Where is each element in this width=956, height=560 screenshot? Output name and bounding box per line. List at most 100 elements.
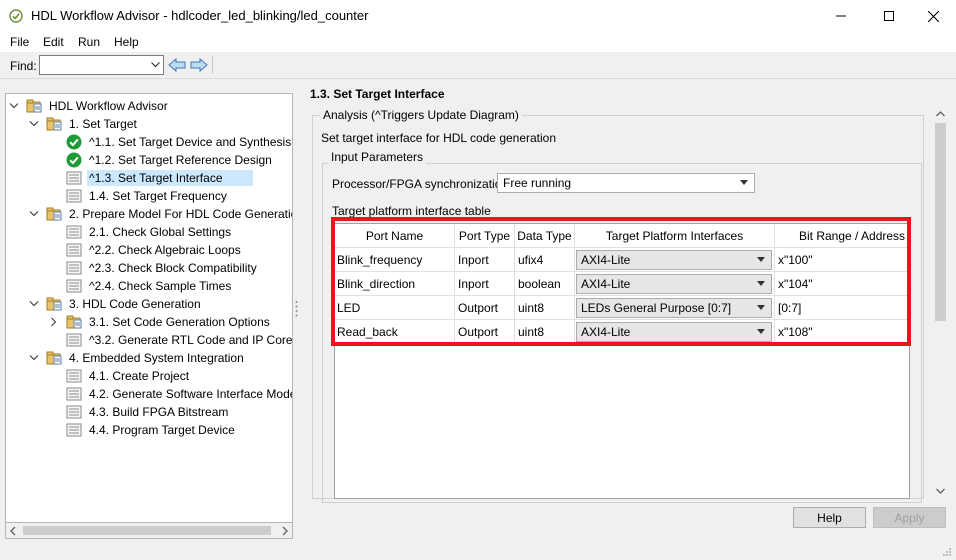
task-list-icon — [66, 279, 82, 293]
port-name: LED — [335, 296, 455, 320]
tree-label: ^1.2. Set Target Reference Design — [89, 153, 272, 167]
title-bar: HDL Workflow Advisor - hdlcoder_led_blin… — [0, 0, 956, 32]
chevron-down-icon[interactable] — [28, 208, 40, 220]
tree-node-2-3[interactable]: ^2.3. Check Block Compatibility — [66, 259, 259, 277]
tree-node-4-2[interactable]: 4.2. Generate Software Interface Model — [66, 385, 292, 403]
bit-range[interactable]: x"100" — [775, 248, 909, 272]
workflow-tree[interactable]: HDL Workflow Advisor 1. Set Target ^1.1.… — [5, 93, 293, 538]
analysis-legend: Analysis (^Triggers Update Diagram) — [320, 108, 522, 122]
scroll-down-icon[interactable] — [936, 488, 945, 494]
chevron-down-icon[interactable] — [28, 352, 40, 364]
tree-horizontal-scrollbar[interactable] — [5, 522, 293, 539]
chevron-right-icon[interactable] — [48, 316, 60, 328]
menu-file[interactable]: File — [10, 35, 29, 49]
tree-node-4-3[interactable]: 4.3. Build FPGA Bitstream — [66, 403, 230, 421]
tree-node-1-2[interactable]: ^1.2. Set Target Reference Design — [66, 151, 274, 169]
find-combobox[interactable] — [39, 55, 164, 75]
tree-node-3-2[interactable]: ^3.2. Generate RTL Code and IP Core — [66, 331, 293, 349]
sync-dropdown[interactable]: Free running — [497, 173, 755, 193]
forward-arrow-icon[interactable] — [190, 57, 208, 73]
tree-label: ^3.2. Generate RTL Code and IP Core — [89, 333, 293, 347]
tree-node-2-1[interactable]: 2.1. Check Global Settings — [66, 223, 233, 241]
tree-label: ^2.4. Check Sample Times — [89, 279, 232, 293]
header-target-interface: Target Platform Interfaces — [575, 224, 775, 248]
menu-edit[interactable]: Edit — [43, 35, 64, 49]
dropdown-arrow-icon — [757, 305, 765, 310]
task-list-icon — [66, 405, 82, 419]
scroll-up-icon[interactable] — [936, 111, 945, 117]
tree-node-hdl-code-gen[interactable]: 3. HDL Code Generation — [28, 295, 203, 313]
help-button[interactable]: Help — [793, 507, 866, 528]
folder-check-icon — [66, 315, 82, 329]
panel-vertical-scrollbar[interactable] — [932, 103, 949, 497]
chevron-down-icon[interactable] — [8, 100, 20, 112]
check-passed-icon — [66, 134, 82, 150]
data-type: boolean — [515, 272, 575, 296]
maximize-button[interactable] — [866, 0, 912, 32]
resize-grip-icon[interactable] — [942, 547, 952, 557]
tree-node-1-4[interactable]: 1.4. Set Target Frequency — [66, 187, 229, 205]
port-name: Blink_frequency — [335, 248, 455, 272]
scroll-left-icon[interactable] — [10, 526, 16, 536]
task-list-icon — [66, 225, 82, 239]
apply-button[interactable]: Apply — [873, 507, 946, 528]
menu-run[interactable]: Run — [78, 35, 100, 49]
chevron-down-icon[interactable] — [28, 118, 40, 130]
menu-bar: File Edit Run Help — [0, 32, 956, 52]
interface-dropdown[interactable]: LEDs General Purpose [0:7] — [576, 298, 772, 318]
toolbar-separator — [212, 56, 213, 74]
task-list-icon — [66, 171, 82, 185]
close-icon — [927, 10, 939, 22]
tree-label: ^2.3. Check Block Compatibility — [89, 261, 257, 275]
tree-node-2-4[interactable]: ^2.4. Check Sample Times — [66, 277, 233, 295]
interface-cell: AXI4-Lite — [575, 248, 775, 272]
data-type: uint8 — [515, 320, 575, 344]
tree-node-4-4[interactable]: 4.4. Program Target Device — [66, 421, 237, 439]
tree-node-2-2[interactable]: ^2.2. Check Algebraic Loops — [66, 241, 243, 259]
bit-range[interactable]: x"108" — [775, 320, 909, 344]
scroll-right-icon[interactable] — [282, 526, 288, 536]
task-detail-panel: 1.3. Set Target Interface Analysis (^Tri… — [302, 79, 956, 507]
interface-dropdown[interactable]: AXI4-Lite — [576, 322, 772, 342]
tree-node-4-1[interactable]: 4.1. Create Project — [66, 367, 191, 385]
bit-range[interactable]: [0:7] — [775, 296, 909, 320]
task-list-icon — [66, 189, 82, 203]
splitter-handle[interactable] — [295, 300, 298, 318]
port-name: Read_back — [335, 320, 455, 344]
interface-dropdown[interactable]: AXI4-Lite — [576, 250, 772, 270]
table-row: Blink_direction Inport boolean AXI4-Lite… — [335, 272, 909, 296]
find-input[interactable] — [40, 56, 145, 74]
chevron-down-icon[interactable] — [28, 298, 40, 310]
scroll-thumb[interactable] — [935, 123, 946, 321]
tree-node-1-3[interactable]: ^1.3. Set Target Interface — [66, 169, 253, 187]
interface-dropdown[interactable]: AXI4-Lite — [576, 274, 772, 294]
tree-node-3-1[interactable]: 3.1. Set Code Generation Options — [48, 313, 272, 331]
menu-help[interactable]: Help — [114, 35, 139, 49]
tree-label: 1. Set Target — [69, 117, 137, 131]
tree-node-set-target[interactable]: 1. Set Target — [28, 115, 139, 133]
scroll-thumb[interactable] — [23, 526, 271, 535]
interface-cell: AXI4-Lite — [575, 320, 775, 344]
header-bit-range: Bit Range / Address / FPGA Pin — [799, 229, 909, 243]
chevron-down-icon — [151, 62, 160, 68]
tree-node-prepare-model[interactable]: 2. Prepare Model For HDL Code Generation — [28, 205, 292, 223]
tree-label: 3.1. Set Code Generation Options — [89, 315, 270, 329]
back-arrow-icon[interactable] — [168, 57, 186, 73]
tree-node-embedded-integration[interactable]: 4. Embedded System Integration — [28, 349, 246, 367]
tree-label: ^1.3. Set Target Interface — [87, 170, 253, 186]
data-type: ufix4 — [515, 248, 575, 272]
port-type: Inport — [455, 248, 515, 272]
folder-check-icon — [46, 297, 62, 311]
close-button[interactable] — [910, 0, 956, 32]
tree-node-1-1[interactable]: ^1.1. Set Target Device and Synthesis To… — [66, 133, 292, 151]
tree-label: 4.1. Create Project — [89, 369, 190, 383]
minimize-button[interactable] — [818, 0, 864, 32]
dropdown-arrow-icon — [757, 281, 765, 286]
task-list-icon — [66, 423, 82, 437]
tree-node-root[interactable]: HDL Workflow Advisor — [8, 97, 170, 115]
tree-label: 4.4. Program Target Device — [89, 423, 235, 437]
bit-range[interactable]: x"104" — [775, 272, 909, 296]
table-row: LED Outport uint8 LEDs General Purpose [… — [335, 296, 909, 320]
tree-label: ^2.2. Check Algebraic Loops — [89, 243, 241, 257]
folder-check-icon — [46, 207, 62, 221]
